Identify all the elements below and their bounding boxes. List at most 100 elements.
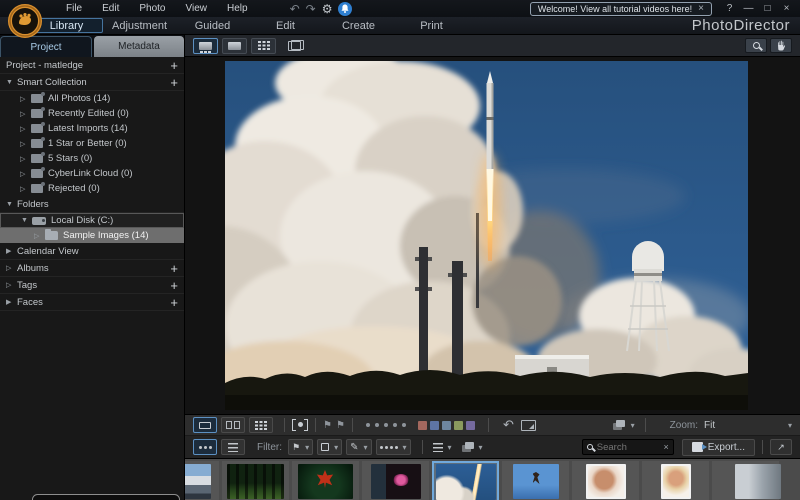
thumbnail-forest[interactable]	[222, 461, 289, 500]
thumbnail-gray-partial[interactable]	[712, 461, 781, 500]
edited-filter-dropdown[interactable]: ✎ ▾	[346, 439, 372, 455]
search-input[interactable]	[596, 441, 660, 453]
tree-item-sample-images[interactable]: ▷ Sample Images (14)	[0, 228, 184, 243]
chevron-down-icon[interactable]: ▾	[631, 421, 635, 430]
tab-adjustment[interactable]: Adjustment	[103, 20, 176, 32]
albums-header[interactable]: ▷ Albums +	[0, 260, 184, 277]
project-header[interactable]: Project - matledge +	[0, 57, 184, 74]
export-button[interactable]: Export...	[681, 438, 755, 456]
photo-viewer[interactable]	[185, 57, 800, 414]
tab-edit[interactable]: Edit	[249, 20, 322, 32]
expand-icon[interactable]: ▶	[6, 298, 17, 306]
tree-item-latest-imports[interactable]: ▷ Latest Imports (14)	[0, 121, 184, 136]
search-box[interactable]: ×	[581, 439, 674, 455]
single-view-button[interactable]	[222, 37, 247, 54]
color-label-green[interactable]	[453, 420, 463, 430]
sort-dropdown[interactable]: ▾	[430, 439, 455, 455]
undo-icon[interactable]: ↶	[290, 3, 300, 15]
thumbnail-portrait-2[interactable]	[642, 461, 709, 500]
color-label-swatches[interactable]	[417, 420, 475, 430]
menu-help[interactable]: Help	[217, 1, 258, 16]
expand-icon[interactable]: ▷	[6, 281, 17, 289]
color-label-purple[interactable]	[465, 420, 475, 430]
label-filter-dropdown[interactable]: ▾	[317, 439, 343, 455]
tree-item-five-stars[interactable]: ▷ 5 Stars (0)	[0, 151, 184, 166]
faces-header[interactable]: ▶ Faces +	[0, 294, 184, 311]
stack-display-icon[interactable]	[612, 420, 625, 430]
thumbnail-flower[interactable]	[362, 461, 429, 500]
thumbnail-red-leaf[interactable]	[292, 461, 359, 500]
menu-view[interactable]: View	[176, 1, 218, 16]
thumbnails-only-button[interactable]	[193, 439, 217, 455]
calendar-view-header[interactable]: ▶ Calendar View	[0, 243, 184, 260]
collapse-icon[interactable]: ▼	[6, 79, 17, 86]
gear-icon[interactable]: ⚙	[322, 3, 333, 15]
clear-search-icon[interactable]: ×	[663, 442, 668, 452]
search-tool-button[interactable]	[745, 38, 767, 53]
sidebar-bottom-handle[interactable]	[32, 494, 180, 500]
collapse-icon[interactable]: ▼	[6, 201, 17, 208]
tab-create[interactable]: Create	[322, 20, 395, 32]
expand-icon[interactable]: ▷	[20, 170, 31, 178]
expand-icon[interactable]: ▷	[20, 185, 31, 193]
softproof-icon[interactable]	[520, 419, 536, 431]
list-view-button[interactable]	[221, 439, 245, 455]
tab-print[interactable]: Print	[395, 20, 468, 32]
expand-icon[interactable]: ▷	[20, 110, 31, 118]
tree-item-all-photos[interactable]: ▷ All Photos (14)	[0, 91, 184, 106]
smart-collection-header[interactable]: ▼ Smart Collection +	[0, 74, 184, 91]
menu-photo[interactable]: Photo	[129, 1, 175, 16]
add-album-icon[interactable]: +	[170, 261, 178, 276]
minimize-button[interactable]: —	[739, 3, 758, 14]
maximize-button[interactable]: □	[758, 3, 777, 14]
single-photo-mode-button[interactable]	[193, 417, 217, 433]
grid-view-button[interactable]	[251, 37, 276, 54]
zoom-dropdown[interactable]: Fit ▾	[704, 420, 792, 431]
stack-dropdown[interactable]: ▾	[459, 439, 486, 455]
tags-header[interactable]: ▷ Tags +	[0, 277, 184, 294]
add-face-icon[interactable]: +	[170, 295, 178, 310]
tree-item-recently-edited[interactable]: ▷ Recently Edited (0)	[0, 106, 184, 121]
menu-file[interactable]: File	[56, 1, 92, 16]
tree-item-rejected[interactable]: ▷ Rejected (0)	[0, 181, 184, 196]
compare-view-icon[interactable]	[288, 40, 304, 51]
rotate-icon[interactable]: ↶	[503, 417, 514, 433]
expand-icon[interactable]: ▷	[6, 264, 17, 272]
color-label-gray[interactable]	[441, 420, 451, 430]
expand-icon[interactable]: ▷	[20, 155, 31, 163]
tree-item-one-star-or-better[interactable]: ▷ 1 Star or Better (0)	[0, 136, 184, 151]
close-button[interactable]: ×	[777, 3, 796, 14]
pan-tool-button[interactable]	[770, 38, 792, 53]
add-smart-collection-icon[interactable]: +	[170, 75, 178, 90]
add-project-icon[interactable]: +	[170, 58, 178, 73]
rating-filter-dropdown[interactable]: ▾	[375, 439, 411, 455]
thumbnail-portrait-1[interactable]	[572, 461, 639, 500]
expand-icon[interactable]: ▶	[6, 247, 17, 255]
folders-header[interactable]: ▼ Folders	[0, 196, 184, 213]
expand-icon[interactable]: ▷	[20, 140, 31, 148]
tooltip-close-icon[interactable]: ×	[698, 3, 704, 14]
notification-bell-icon[interactable]	[338, 1, 353, 16]
expand-icon[interactable]: ▷	[20, 95, 31, 103]
star-rating-dots[interactable]	[365, 423, 406, 427]
expand-icon[interactable]: ▷	[34, 232, 45, 240]
face-tag-icon[interactable]	[292, 419, 308, 431]
redo-icon[interactable]: ↷	[306, 3, 316, 15]
tree-item-cyberlink-cloud[interactable]: ▷ CyberLink Cloud (0)	[0, 166, 184, 181]
split-view-mode-button[interactable]	[221, 417, 245, 433]
color-label-blue[interactable]	[429, 420, 439, 430]
expand-icon[interactable]: ▷	[20, 125, 31, 133]
add-tag-icon[interactable]: +	[170, 278, 178, 293]
thumbnail-jumping-person[interactable]	[502, 461, 569, 500]
help-button[interactable]: ?	[720, 3, 739, 14]
tab-guided[interactable]: Guided	[176, 20, 249, 32]
filmstrip-view-button[interactable]	[193, 37, 218, 54]
collapse-icon[interactable]: ▼	[21, 217, 32, 224]
color-label-red[interactable]	[417, 420, 427, 430]
open-external-button[interactable]: ↗	[770, 439, 792, 455]
flag-filter-dropdown[interactable]: ⚑ ▾	[288, 439, 314, 455]
thumbnail-rocket-selected[interactable]	[432, 461, 499, 500]
flag-icon[interactable]: ⚑	[323, 420, 332, 431]
menu-edit[interactable]: Edit	[92, 1, 129, 16]
thumbnail-mode-button[interactable]	[249, 417, 273, 433]
